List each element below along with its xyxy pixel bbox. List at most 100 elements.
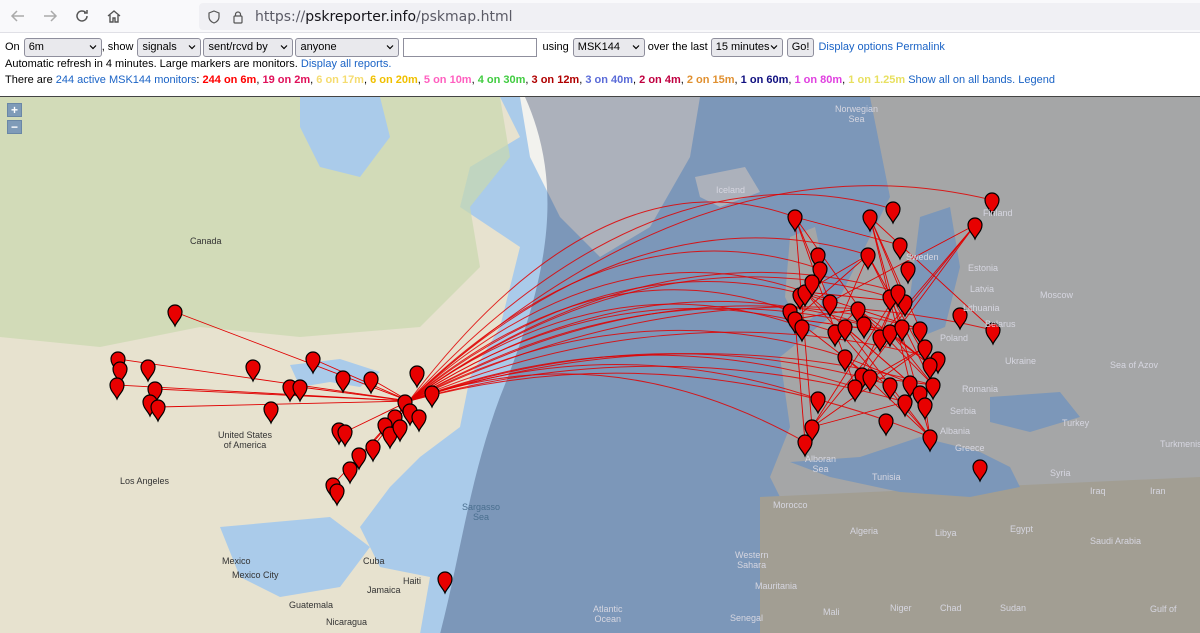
who-select-value: anyone (300, 41, 337, 53)
band-count-link[interactable]: 1 on 80m (794, 74, 842, 86)
map-label-norwegian-sea: Norwegian Sea (835, 104, 879, 124)
lock-icon[interactable] (231, 10, 245, 24)
active-monitors-link[interactable]: 244 active MSK144 monitors (56, 74, 197, 86)
chevron-down-icon (89, 44, 97, 49)
map-label-moscow: Moscow (1040, 290, 1074, 300)
mode-select-value: MSK144 (577, 41, 620, 53)
map-label-alboran-sea: Alboran Sea (805, 454, 837, 474)
band-count-link[interactable]: 3 on 12m (532, 74, 580, 86)
on-label: On (5, 41, 20, 53)
map-label-tunisia: Tunisia (872, 472, 901, 482)
map-label-chad: Chad (940, 603, 962, 613)
band-count-link[interactable]: 4 on 30m (478, 74, 526, 86)
map-label-poland: Poland (940, 333, 969, 343)
map-label-niger: Niger (890, 603, 912, 613)
direction-select-value: sent/rcvd by (208, 41, 268, 53)
chevron-down-icon (387, 44, 394, 49)
map-label-western-sahara: Western Sahara (735, 550, 769, 570)
over-label: over the last (647, 41, 708, 53)
period-select[interactable]: 15 minutes (710, 37, 783, 57)
map-label-haiti: Haiti (403, 576, 422, 586)
show-all-link[interactable]: Show all on all bands. (908, 74, 1015, 86)
map-label-libya: Libya (935, 528, 957, 538)
map-label-united-states: United States of America (218, 430, 273, 450)
period-select-value: 15 minutes (715, 41, 770, 53)
query-controls: On 6m , show signals sent/rcvd by anyone… (0, 33, 1200, 96)
band-select-value: 6m (28, 41, 44, 53)
band-count-link[interactable]: 244 on 6m (203, 74, 257, 86)
home-icon[interactable] (99, 2, 129, 30)
map-label-estonia: Estonia (968, 263, 999, 273)
url-path: /pskmap.html (416, 8, 513, 25)
map-label-albania: Albania (940, 426, 971, 436)
band-list: 244 on 6m, 19 on 2m, 6 on 17m, 6 on 20m,… (203, 74, 906, 86)
display-options-link[interactable]: Display options (818, 41, 893, 53)
display-all-link[interactable]: Display all reports. (301, 58, 391, 70)
go-button[interactable]: Go! (786, 37, 815, 57)
show-select-value: signals (142, 41, 177, 53)
map-label-syria: Syria (1050, 468, 1071, 478)
chevron-down-icon (281, 44, 288, 49)
query-row: On 6m , show signals sent/rcvd by anyone… (5, 37, 945, 57)
map-label-sweden: Sweden (906, 252, 939, 262)
map-label-sudan: Sudan (1000, 603, 1027, 613)
band-count-link[interactable]: 2 on 4m (639, 74, 681, 86)
map-label-latvia: Latvia (970, 284, 995, 294)
zoom-in-button[interactable]: + (7, 103, 22, 117)
map-label-senegal: Senegal (730, 613, 764, 623)
refresh-text: Automatic refresh in 4 minutes. Large ma… (5, 58, 298, 70)
band-count-link[interactable]: 3 on 40m (585, 74, 633, 86)
map-label-los-angeles: Los Angeles (120, 476, 170, 486)
map-label-iceland: Iceland (716, 185, 746, 195)
map-label-morocco: Morocco (773, 500, 808, 510)
chevron-down-icon (770, 44, 778, 49)
callsign-input[interactable] (403, 37, 538, 57)
using-label: using (542, 41, 569, 53)
map-label-finland: Finland (983, 208, 1013, 218)
band-count-link[interactable]: 5 on 10m (424, 74, 472, 86)
band-count-link[interactable]: 2 on 15m (687, 74, 735, 86)
report-map[interactable]: + − Norwegian Sea Iceland Canada Finland… (0, 96, 1200, 633)
zoom-out-button[interactable]: − (7, 120, 22, 134)
there-are-text: There are (5, 74, 53, 86)
chevron-down-icon (189, 44, 196, 49)
band-count-link[interactable]: 19 on 2m (262, 74, 310, 86)
legend-link[interactable]: Legend (1018, 74, 1055, 86)
map-label-gulf-of: Gulf of (1150, 604, 1177, 614)
show-select[interactable]: signals (137, 37, 202, 57)
chevron-down-icon (632, 44, 640, 49)
url-bar[interactable]: https://pskreporter.info/pskmap.html (199, 3, 1200, 30)
reload-icon[interactable] (67, 2, 97, 30)
forward-arrow-icon[interactable] (35, 2, 65, 30)
show-label: , show (101, 41, 134, 53)
map-label-canada: Canada (190, 236, 222, 246)
map-label-belarus: Belarus (985, 319, 1016, 329)
back-arrow-icon[interactable] (3, 2, 33, 30)
band-count-link[interactable]: 1 on 1.25m (848, 74, 905, 86)
map-label-mexico-city: Mexico City (232, 570, 279, 580)
band-count-link[interactable]: 1 on 60m (741, 74, 789, 86)
url-scheme: https:// (255, 8, 306, 25)
direction-select[interactable]: sent/rcvd by (203, 37, 294, 57)
map-label-turkey: Turkey (1062, 418, 1090, 428)
map-label-saudi-arabia: Saudi Arabia (1090, 536, 1142, 546)
map-label-nicaragua: Nicaragua (326, 617, 368, 627)
map-label-romania: Romania (962, 384, 999, 394)
map-label-mexico: Mexico (222, 556, 251, 566)
shield-icon[interactable] (207, 9, 221, 24)
map-label-turkmenistan: Turkmenis (1160, 439, 1200, 449)
permalink-link[interactable]: Permalink (896, 41, 945, 53)
url-text[interactable]: https://pskreporter.info/pskmap.html (255, 9, 512, 25)
colon-text: : (196, 74, 200, 86)
who-select[interactable]: anyone (295, 37, 400, 57)
map-label-greece: Greece (955, 443, 985, 453)
map-label-algeria: Algeria (850, 526, 879, 536)
mode-select[interactable]: MSK144 (572, 37, 645, 57)
band-summary-row: There are 244 active MSK144 monitors: 24… (5, 74, 1055, 86)
band-count-link[interactable]: 6 on 20m (370, 74, 418, 86)
map-label-lithuania: Lithuania (963, 303, 1000, 313)
band-count-link[interactable]: 6 on 17m (316, 74, 364, 86)
band-select[interactable]: 6m (23, 37, 102, 57)
map-label-guatemala: Guatemala (289, 600, 334, 610)
map-label-ukraine: Ukraine (1005, 356, 1037, 366)
